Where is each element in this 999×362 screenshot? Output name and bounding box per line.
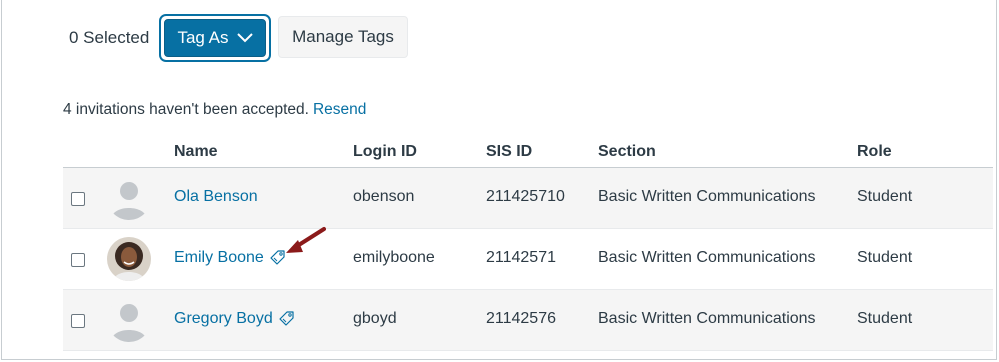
login-id-cell: gboyd (353, 310, 397, 327)
section-cell: Basic Written Communications (598, 249, 816, 266)
chevron-down-icon (236, 33, 253, 43)
photo-avatar (107, 237, 151, 281)
toolbar: 0 Selected Tag As Manage Tags (2, 14, 996, 62)
user-name-link[interactable]: Emily Boone (174, 249, 286, 267)
user-name-link[interactable]: Gregory Boyd (174, 310, 295, 328)
table-row: Gregory Boyd gboyd 21142576 Basic Writte… (63, 290, 993, 351)
tag-as-button[interactable]: Tag As (164, 19, 266, 57)
column-header-sis-id[interactable]: SIS ID (486, 143, 532, 161)
default-avatar (107, 176, 151, 220)
sis-id-cell: 21142571 (486, 249, 556, 266)
login-id-cell: obenson (353, 188, 415, 205)
people-table: Name Login ID SIS ID Section Role Ola Be… (63, 134, 993, 351)
table-header: Name Login ID SIS ID Section Role (63, 134, 993, 168)
sis-id-cell: 21142576 (486, 310, 556, 327)
people-page-frame: 0 Selected Tag As Manage Tags 4 invitati… (1, 0, 997, 360)
sis-id-cell: 211425710 (486, 188, 565, 205)
table-row: Ola Benson obenson 211425710 Basic Writt… (63, 168, 993, 229)
manage-tags-button[interactable]: Manage Tags (278, 16, 408, 58)
role-cell: Student (857, 249, 913, 266)
login-id-cell: emilyboone (353, 249, 435, 266)
manage-tags-label: Manage Tags (292, 27, 394, 46)
tag-as-focus-ring: Tag As (159, 14, 271, 62)
role-cell: Student (857, 188, 913, 205)
column-header-role[interactable]: Role (857, 143, 892, 161)
row-select-checkbox[interactable] (71, 192, 85, 206)
column-header-section[interactable]: Section (598, 143, 656, 161)
annotation-arrow-icon (286, 227, 326, 253)
invitations-notice: 4 invitations haven't been accepted. Rese… (63, 101, 366, 119)
row-select-checkbox[interactable] (71, 314, 85, 328)
column-header-login-id[interactable]: Login ID (353, 143, 417, 161)
table-row: Emily Boone emilyboone 21142571 Basic Wr… (63, 229, 993, 290)
default-avatar (107, 298, 151, 342)
user-name-link[interactable]: Ola Benson (174, 188, 258, 206)
column-header-name[interactable]: Name (174, 143, 218, 161)
tag-as-label: Tag As (177, 28, 229, 47)
section-cell: Basic Written Communications (598, 188, 816, 205)
selected-count: 0 Selected (69, 28, 150, 47)
invitations-text: 4 invitations haven't been accepted. (63, 101, 309, 118)
row-select-checkbox[interactable] (71, 253, 85, 267)
resend-link[interactable]: Resend (313, 101, 366, 118)
role-cell: Student (857, 310, 913, 327)
section-cell: Basic Written Communications (598, 310, 816, 327)
tag-icon (279, 311, 294, 326)
